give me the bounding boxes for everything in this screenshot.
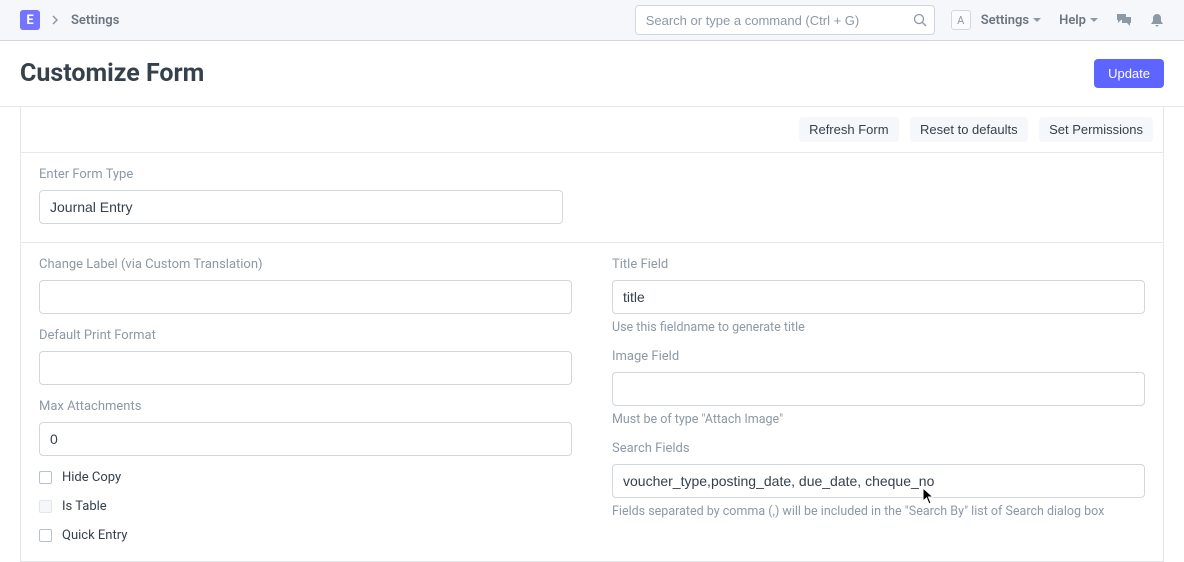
print-format-input[interactable] [39,351,572,385]
image-field-help: Must be of type "Attach Image" [612,412,1145,427]
search-fields-label: Search Fields [612,441,1145,456]
form-body: Enter Form Type Change Label (via Custom… [20,152,1164,562]
navbar: E Settings A Settings Help [0,0,1184,41]
chat-icon[interactable] [1116,13,1132,27]
set-permissions-button[interactable]: Set Permissions [1039,117,1153,142]
right-column: Title Field Use this fieldname to genera… [612,257,1145,543]
left-column: Change Label (via Custom Translation) De… [39,257,572,543]
refresh-form-button[interactable]: Refresh Form [799,117,898,142]
quick-entry-label: Quick Entry [62,528,127,543]
checkbox-icon [39,471,52,484]
quick-entry-checkbox[interactable]: Quick Entry [39,528,572,543]
title-field-label: Title Field [612,257,1145,272]
caret-down-icon [1090,18,1098,23]
form-type-label: Enter Form Type [39,167,563,182]
image-field-input[interactable] [612,372,1145,406]
max-attachments-label: Max Attachments [39,399,572,414]
image-field-label: Image Field [612,349,1145,364]
search-input[interactable] [635,5,935,35]
hide-copy-checkbox[interactable]: Hide Copy [39,470,572,485]
search-fields-input[interactable] [612,464,1145,498]
avatar[interactable]: A [951,10,971,30]
title-field-help: Use this fieldname to generate title [612,320,1145,335]
checkbox-icon [39,529,52,542]
section-form-type: Enter Form Type [21,153,1163,243]
nav-settings-label: Settings [981,13,1029,28]
hide-copy-label: Hide Copy [62,470,121,485]
nav-settings[interactable]: Settings [981,13,1041,28]
brand-logo[interactable]: E [20,10,40,30]
breadcrumb-settings[interactable]: Settings [71,13,119,28]
change-label-input[interactable] [39,280,572,314]
search-fields-help: Fields separated by comma (,) will be in… [612,504,1145,519]
change-label-label: Change Label (via Custom Translation) [39,257,572,272]
caret-down-icon [1033,18,1041,23]
page-head: Customize Form Update [0,41,1184,107]
nav-help-label: Help [1059,13,1086,28]
print-format-label: Default Print Format [39,328,572,343]
reset-defaults-button[interactable]: Reset to defaults [910,117,1028,142]
global-search [635,5,935,35]
chevron-right-icon [52,15,59,25]
checkbox-icon [39,500,52,513]
update-button[interactable]: Update [1094,59,1164,88]
toolbar: Refresh Form Reset to defaults Set Permi… [20,107,1164,152]
bell-icon[interactable] [1150,13,1164,28]
nav-help[interactable]: Help [1059,13,1098,28]
max-attachments-input[interactable] [39,422,572,456]
page-title: Customize Form [20,59,204,88]
is-table-checkbox: Is Table [39,499,572,514]
is-table-label: Is Table [62,499,107,514]
section-details: Change Label (via Custom Translation) De… [21,243,1163,561]
title-field-input[interactable] [612,280,1145,314]
form-type-input[interactable] [39,190,563,224]
search-icon[interactable] [913,13,927,27]
